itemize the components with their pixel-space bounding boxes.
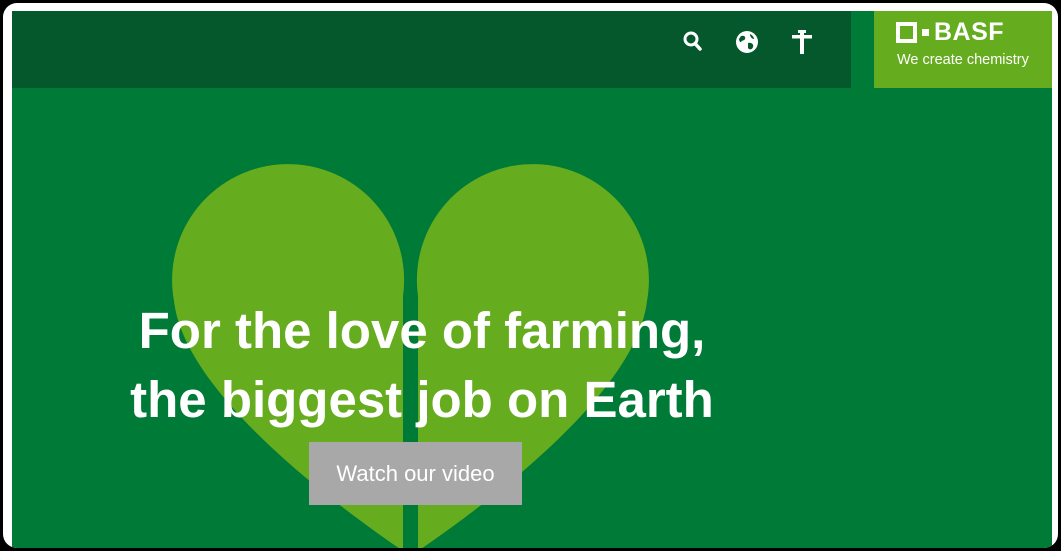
logo-dot-icon [922,29,929,36]
brand-logo[interactable]: BASF We create chemistry [874,11,1052,88]
logo-mark: BASF [896,20,1004,45]
brand-tagline: We create chemistry [897,52,1029,68]
logo-square-icon [896,22,917,43]
logo-wordmark: BASF [934,18,1005,46]
hero-headline: For the love of farming, the biggest job… [72,296,772,434]
person-icon[interactable] [787,27,817,57]
hero-section: BASF We create chemistry For the love of… [12,11,1052,548]
globe-icon[interactable] [732,27,762,57]
headline-line-1: For the love of farming, [138,302,706,359]
watch-video-button[interactable]: Watch our video [309,442,522,505]
screen-frame: BASF We create chemistry For the love of… [0,0,1061,551]
search-icon[interactable] [678,27,708,57]
top-navigation-bar [12,11,851,88]
headline-line-2: the biggest job on Earth [130,371,714,428]
heart-illustration [172,164,649,548]
page-viewport: BASF We create chemistry For the love of… [3,3,1058,548]
